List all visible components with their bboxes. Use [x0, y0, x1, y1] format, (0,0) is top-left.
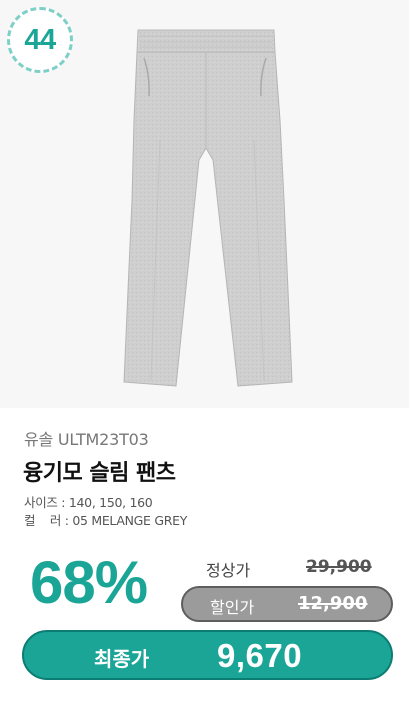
regular-price-label: 정상가	[206, 561, 251, 580]
ranking-number: 44	[24, 23, 56, 56]
sale-price: 12,900	[298, 593, 368, 614]
sale-price-label: 할인가	[210, 598, 255, 617]
discount-rate: 68%	[30, 549, 148, 616]
final-price: 9,670	[217, 637, 303, 674]
final-price-label: 최종가	[94, 647, 150, 671]
regular-price: 29,900	[306, 557, 372, 577]
product-name[interactable]: 융기모 슬림 팬츠	[23, 455, 176, 487]
product-image-area: 44	[0, 0, 409, 408]
sale-price-pill: 할인가 12,900	[181, 586, 393, 622]
ranking-badge: 44	[7, 7, 73, 73]
product-brand: 유솔 ULTM23T03	[24, 430, 149, 449]
product-size-info: 사이즈 : 140, 150, 160	[24, 495, 153, 510]
final-price-pill[interactable]: 최종가 9,670	[22, 630, 393, 680]
product-color-info: 컬 러 : 05 MELANGE GREY	[24, 513, 188, 528]
